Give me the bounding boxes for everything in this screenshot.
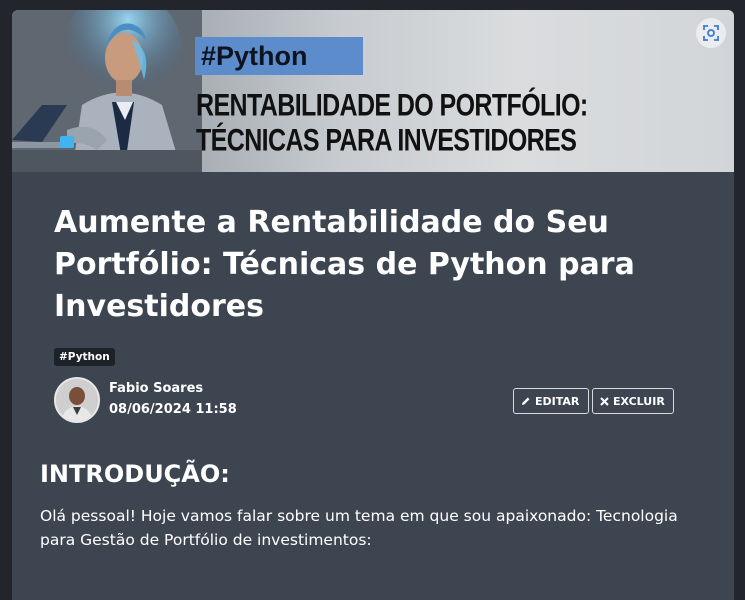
scan-icon bbox=[703, 25, 719, 41]
edit-button[interactable]: EDITAR bbox=[513, 388, 589, 414]
image-scan-button[interactable] bbox=[696, 18, 726, 48]
banner-tag: #Python bbox=[195, 37, 363, 75]
post-banner-image: #Python RENTABILIDADE DO PORTFÓLIO: TÉCN… bbox=[12, 10, 734, 172]
post-date: 08/06/2024 11:58 bbox=[109, 402, 237, 417]
edit-button-label: EDITAR bbox=[535, 394, 580, 408]
post-tag-chip[interactable]: #Python bbox=[54, 348, 115, 366]
post-card: #Python RENTABILIDADE DO PORTFÓLIO: TÉCN… bbox=[12, 10, 734, 600]
intro-paragraph: Olá pessoal! Hoje vamos falar sobre um t… bbox=[40, 507, 678, 549]
banner-figure-illustration bbox=[12, 10, 202, 172]
close-icon bbox=[600, 396, 609, 406]
author-name[interactable]: Fabio Soares bbox=[109, 381, 203, 396]
post-title: Aumente a Rentabilidade do Seu Portfólio… bbox=[54, 205, 635, 324]
section-heading: INTRODUÇÃO: bbox=[40, 460, 230, 488]
delete-button-label: EXCLUIR bbox=[613, 394, 665, 408]
pencil-icon bbox=[522, 397, 530, 405]
banner-headline-line-1: RENTABILIDADE DO PORTFÓLIO: bbox=[196, 88, 588, 123]
delete-button[interactable]: EXCLUIR bbox=[592, 388, 674, 414]
avatar-portrait bbox=[56, 379, 98, 421]
banner-headline-line-2: TÉCNICAS PARA INVESTIDORES bbox=[196, 123, 577, 158]
author-avatar[interactable] bbox=[54, 377, 100, 423]
